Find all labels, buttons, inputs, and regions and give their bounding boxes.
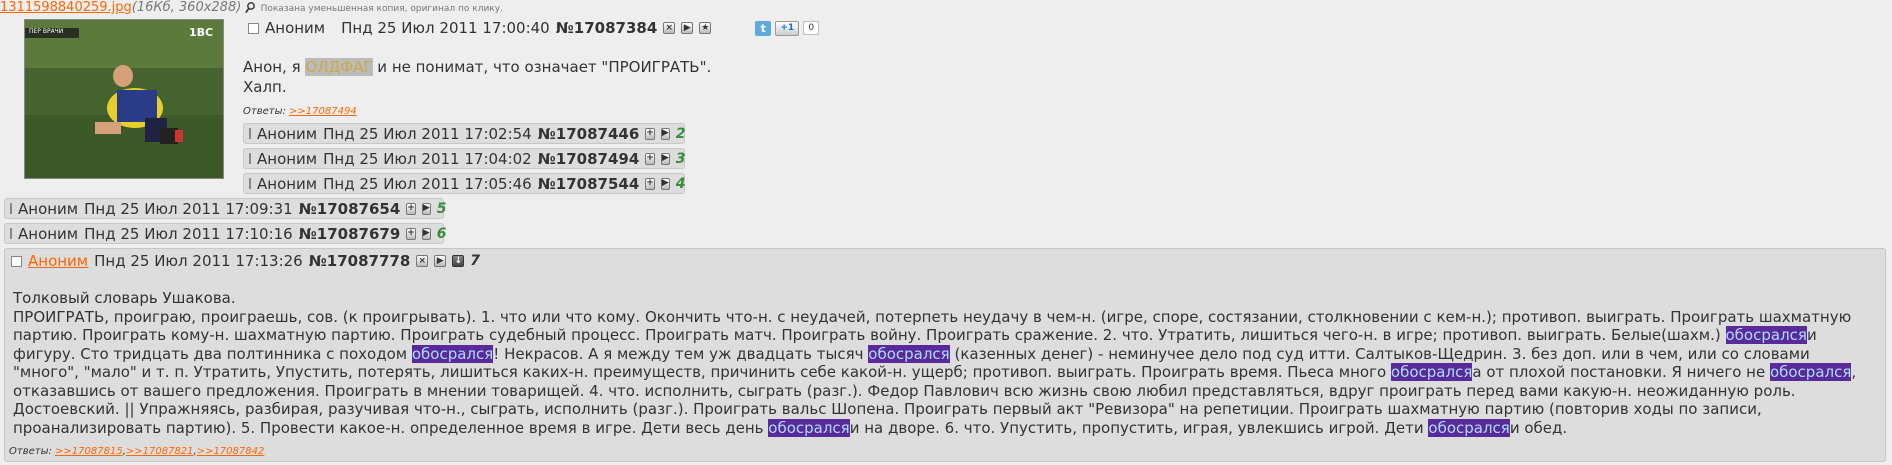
reply-index: 7 xyxy=(470,253,481,269)
close-icon[interactable]: × xyxy=(663,22,676,34)
message-body: ПРОИГРАТЬ, проиграю, проиграешь, сов. (к… xyxy=(13,307,1857,437)
collapsed-reply[interactable]: Аноним Пнд 25 Июл 2011 17:02:54 №1708744… xyxy=(243,123,685,144)
reply-index: 4 xyxy=(675,175,686,192)
op-answers: Ответы: >>17087494 xyxy=(243,106,357,117)
post-date: Пнд 25 Июл 2011 17:05:46 xyxy=(323,174,532,193)
play-icon[interactable]: ▶ xyxy=(434,255,447,267)
expand-icon[interactable]: + xyxy=(645,152,655,165)
reply-index: 6 xyxy=(436,225,447,242)
play-icon[interactable]: ▶ xyxy=(421,227,431,240)
close-icon[interactable]: × xyxy=(416,255,429,267)
expand-icon[interactable]: + xyxy=(645,177,655,190)
answer-link[interactable]: >>17087815 xyxy=(55,446,123,457)
author-name: Аноним xyxy=(265,19,326,37)
play-icon[interactable]: ▶ xyxy=(660,177,670,190)
post-number[interactable]: №17087446 xyxy=(538,125,640,143)
post-checkbox[interactable] xyxy=(10,228,12,239)
magnifier-icon[interactable] xyxy=(245,2,256,14)
file-note: Показана уменьшенная копия, оригинал по … xyxy=(260,4,503,14)
file-link[interactable]: 1311598840259.jpg xyxy=(0,0,132,15)
post-checkbox[interactable] xyxy=(11,255,22,267)
post-number[interactable]: №17087654 xyxy=(299,200,401,218)
highlight: обосрался xyxy=(411,344,494,363)
collapsed-reply[interactable]: Аноним Пнд 25 Июл 2011 17:04:02 №1708749… xyxy=(243,148,685,169)
expand-icon[interactable]: + xyxy=(406,202,416,215)
play-icon[interactable]: ▶ xyxy=(681,22,694,34)
post-date: Пнд 25 Июл 2011 17:02:54 xyxy=(323,124,532,143)
star-icon[interactable]: ★ xyxy=(699,22,712,34)
author-name: Аноним xyxy=(18,224,79,243)
thumb-logo: 1BC xyxy=(189,26,214,39)
thumb-overlay: ПЕР ВРАЧИ xyxy=(29,28,64,35)
op-text-line1: Анон, я ОЛДФАГ и не понимат, что означае… xyxy=(243,58,712,76)
post-checkbox[interactable] xyxy=(10,203,12,214)
post-date: Пнд 25 Июл 2011 17:00:40 xyxy=(341,19,550,37)
post-checkbox[interactable] xyxy=(249,178,251,189)
author-name[interactable]: Аноним xyxy=(28,252,88,270)
post-date: Пнд 25 Июл 2011 17:10:16 xyxy=(84,224,293,243)
post-number[interactable]: №17087494 xyxy=(538,150,640,168)
post-number[interactable]: №17087544 xyxy=(538,175,640,193)
collapsed-reply[interactable]: Аноним Пнд 25 Июл 2011 17:10:16 №1708767… xyxy=(4,223,447,244)
op-thumbnail[interactable]: ПЕР ВРАЧИ 1BC xyxy=(24,19,224,179)
download-icon[interactable]: ↓ xyxy=(452,255,465,267)
reply-header: Аноним Пнд 25 Июл 2011 17:13:26 №1708777… xyxy=(11,252,480,270)
answer-link[interactable]: >>17087821 xyxy=(126,446,194,457)
reply-index: 2 xyxy=(675,125,686,142)
author-name: Аноним xyxy=(257,149,318,168)
expanded-reply: Аноним Пнд 25 Июл 2011 17:13:26 №1708777… xyxy=(4,248,1886,462)
post-number[interactable]: №17087778 xyxy=(309,252,411,270)
answer-link[interactable]: >>17087494 xyxy=(289,106,357,117)
reply-index: 3 xyxy=(675,150,686,167)
expand-icon[interactable]: + xyxy=(645,127,655,140)
highlight: обосрался xyxy=(768,418,850,437)
answer-link[interactable]: >>17087842 xyxy=(197,446,265,457)
message-title: Толковый словарь Ушакова. xyxy=(13,289,236,307)
post-date: Пнд 25 Июл 2011 17:04:02 xyxy=(323,149,532,168)
author-name: Аноним xyxy=(257,174,318,193)
share-bar: t +1 0 xyxy=(755,20,820,36)
share-count: 0 xyxy=(803,21,820,35)
author-name: Аноним xyxy=(18,199,79,218)
expand-icon[interactable]: + xyxy=(406,227,416,240)
post-number[interactable]: №17087679 xyxy=(299,225,401,243)
spoiler[interactable]: ОЛДФАГ xyxy=(305,58,373,76)
highlight: обосрался xyxy=(1390,363,1473,381)
highlight: обосрался xyxy=(1769,363,1852,381)
op-header: Аноним Пнд 25 Июл 2011 17:00:40 №1708738… xyxy=(248,19,820,37)
post-number[interactable]: №17087384 xyxy=(556,19,658,37)
collapsed-reply[interactable]: Аноним Пнд 25 Июл 2011 17:09:31 №1708765… xyxy=(4,198,447,219)
op-text-line2: Халп. xyxy=(243,78,287,96)
file-info: 1311598840259.jpg(16Кб, 360x288) Показан… xyxy=(0,0,503,15)
post-date: Пнд 25 Июл 2011 17:09:31 xyxy=(84,199,293,218)
play-icon[interactable]: ▶ xyxy=(660,127,670,140)
play-icon[interactable]: ▶ xyxy=(421,202,431,215)
twitter-icon[interactable]: t xyxy=(755,20,772,36)
collapsed-reply[interactable]: Аноним Пнд 25 Июл 2011 17:05:46 №1708754… xyxy=(243,173,685,194)
highlight: обосрался xyxy=(1725,326,1807,344)
post-checkbox[interactable] xyxy=(249,128,251,139)
highlight: обосрался xyxy=(1428,418,1510,437)
op-message: Анон, я ОЛДФАГ и не понимат, что означае… xyxy=(243,57,711,97)
play-icon[interactable]: ▶ xyxy=(660,152,670,165)
post-checkbox[interactable] xyxy=(249,153,251,164)
reply-index: 5 xyxy=(436,200,447,217)
google-plus-icon[interactable]: +1 xyxy=(775,20,800,36)
file-meta: (16Кб, 360x288) xyxy=(131,0,242,15)
post-checkbox[interactable] xyxy=(248,22,259,34)
highlight: обосрался xyxy=(868,344,950,363)
author-name: Аноним xyxy=(257,124,318,143)
reply-answers: Ответы: >>17087815,>>17087821,>>17087842 xyxy=(9,446,265,457)
post-date: Пнд 25 Июл 2011 17:13:26 xyxy=(94,252,303,270)
reply-message: Толковый словарь Ушакова. ПРОИГРАТЬ, про… xyxy=(13,289,1873,437)
